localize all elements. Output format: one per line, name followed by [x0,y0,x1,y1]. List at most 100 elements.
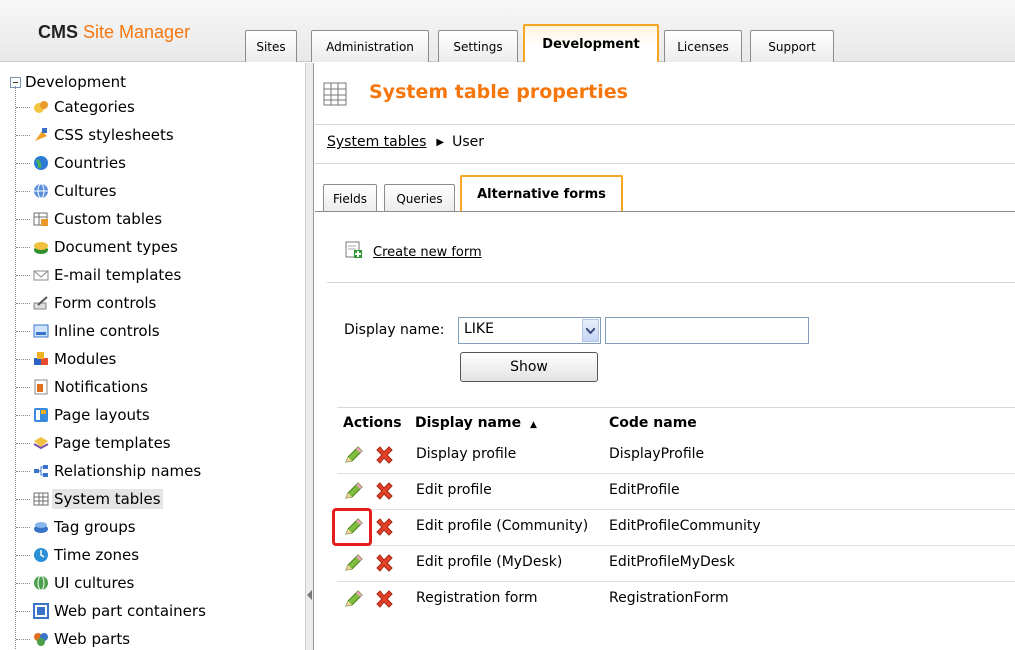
sidebar-item-label: Time zones [54,546,140,564]
row-divider [337,509,1015,510]
chevron-down-icon[interactable] [582,319,599,342]
filter-display-name-label: Display name: [344,322,445,338]
tab-settings[interactable]: Settings [438,30,518,62]
ui-cultures-icon [32,575,50,591]
sidebar-item-page-layouts[interactable]: Page layouts [16,402,152,428]
sidebar-item-countries[interactable]: Countries [16,150,128,176]
sidebar-item-label: Inline controls [54,322,160,340]
sidebar-item-css-stylesheets[interactable]: CSS stylesheets [16,122,176,148]
delete-icon[interactable] [373,588,395,610]
row-divider [337,581,1015,582]
sidebar-item-custom-tables[interactable]: Custom tables [16,206,164,232]
modules-icon [32,351,50,367]
top-header: CMS Site Manager Sites Administration Se… [0,0,1015,62]
tab-development[interactable]: Development [523,24,659,62]
tab-support[interactable]: Support [750,30,834,62]
collapse-arrow-icon[interactable] [307,590,312,600]
sidebar-item-cultures[interactable]: Cultures [16,178,118,204]
system-table-icon [323,82,347,110]
sidebar-item-web-part-containers[interactable]: Web part containers [16,598,208,624]
breadcrumb-arrow-icon: ▶ [436,136,445,148]
sidebar-item-time-zones[interactable]: Time zones [16,542,141,568]
divider [327,282,1015,283]
delete-icon[interactable] [373,516,395,538]
create-new-form-link[interactable]: Create new form [345,241,482,263]
tab-administration[interactable]: Administration [311,30,429,62]
email-icon [32,267,50,283]
sidebar-item-label: Relationship names [54,462,202,480]
create-new-form-label[interactable]: Create new form [373,245,482,260]
sidebar-item-label: Web part containers [54,602,206,620]
column-header-display-name[interactable]: Display name ▲ [415,415,537,431]
sidebar-item-document-types[interactable]: Document types [16,234,180,260]
cell-code-name: EditProfileMyDesk [609,554,735,570]
edit-icon[interactable] [343,480,365,502]
categories-icon [32,99,50,115]
tab-fields[interactable]: Fields [323,184,377,212]
column-header-actions: Actions [343,415,402,431]
sidebar-item-system-tables[interactable]: System tables [16,486,163,512]
show-button[interactable]: Show [460,352,598,382]
delete-icon[interactable] [373,444,395,466]
sidebar-item-label: Cultures [54,182,117,200]
cell-display-name: Edit profile (Community) [416,518,589,534]
tab-queries[interactable]: Queries [384,184,455,212]
sidebar-item-notifications[interactable]: Notifications [16,374,150,400]
sidebar-item-inline-controls[interactable]: Inline controls [16,318,162,344]
sidebar-item-relationship-names[interactable]: Relationship names [16,458,203,484]
sidebar-item-label: Tag groups [54,518,136,536]
document-types-icon [32,239,50,255]
edit-icon[interactable] [343,588,365,610]
delete-icon[interactable] [373,480,395,502]
tab-alternative-forms[interactable]: Alternative forms [460,175,623,212]
divider [315,163,1015,164]
sort-ascending-icon: ▲ [529,420,537,430]
highlight-annotation [332,508,372,546]
sidebar-item-page-templates[interactable]: Page templates [16,430,173,456]
edit-icon[interactable] [343,444,365,466]
panel-splitter[interactable] [305,63,314,650]
breadcrumb-link-system-tables[interactable]: System tables [327,134,426,150]
tab-sites[interactable]: Sites [245,30,297,62]
system-tables-icon [32,491,50,507]
sidebar-item-label: CSS stylesheets [54,126,174,144]
sidebar-item-label: Form controls [54,294,157,312]
sidebar-item-label: Custom tables [54,210,163,228]
sidebar-item-modules[interactable]: Modules [16,346,118,372]
sidebar-item-categories[interactable]: Categories [16,94,137,120]
sidebar-item-label: Page layouts [54,406,150,424]
page-title: System table properties [369,81,628,103]
sidebar-item-label: Modules [54,350,117,368]
title-bar: System table properties [315,63,1015,125]
sidebar-item-label: System tables [52,489,163,509]
edit-icon[interactable] [343,552,365,574]
custom-tables-icon [32,211,50,227]
relationship-icon [32,463,50,479]
sidebar-item-label: Notifications [54,378,148,396]
sidebar-item-label: Document types [54,238,178,256]
grid-divider [337,407,1015,408]
logo-site-manager-text: Site Manager [83,22,191,42]
sidebar-item-label: Countries [54,154,126,172]
main-content: System table properties System tables ▶ … [315,63,1015,650]
column-header-display-name-label: Display name [415,415,522,431]
cultures-icon [32,183,50,199]
row-divider [337,473,1015,474]
page-templates-icon [32,435,50,451]
delete-icon[interactable] [373,552,395,574]
notifications-icon [32,379,50,395]
sidebar-item-web-parts[interactable]: Web parts [16,626,132,650]
filter-operator-select[interactable]: LIKE [458,317,601,344]
new-form-icon [345,241,363,263]
sidebar-item-tag-groups[interactable]: Tag groups [16,514,138,540]
app-logo: CMS Site Manager [38,22,190,43]
tab-licenses[interactable]: Licenses [664,30,742,62]
sidebar-item-ui-cultures[interactable]: UI cultures [16,570,136,596]
sidebar-item-form-controls[interactable]: Form controls [16,290,158,316]
web-parts-icon [32,631,50,647]
logo-cms-text: CMS [38,22,78,42]
filter-operator-value: LIKE [464,321,494,337]
tree-root-development[interactable]: Development [10,73,126,91]
sidebar-item-email-templates[interactable]: E-mail templates [16,262,183,288]
filter-value-input[interactable] [605,317,809,344]
